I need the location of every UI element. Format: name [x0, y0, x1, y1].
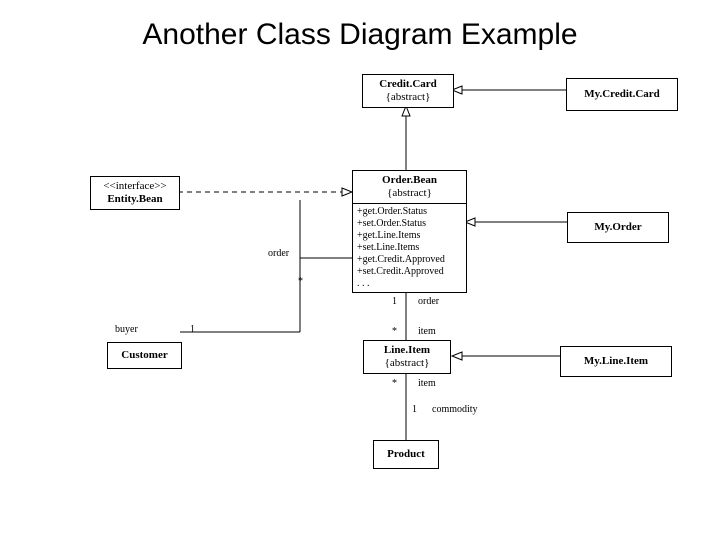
role-commodity: commodity — [432, 404, 478, 415]
role-item: item — [418, 326, 436, 337]
orderbean-name: Order.Bean — [382, 174, 437, 186]
mult-star-item2: * — [392, 378, 397, 389]
creditcard-stereo: {abstract} — [386, 91, 431, 103]
class-myorder: My.Order — [567, 212, 669, 243]
product-name: Product — [387, 448, 425, 460]
creditcard-name: Credit.Card — [379, 78, 437, 90]
lineitem-name: Line.Item — [384, 344, 430, 356]
mult-buyer-one: 1 — [190, 324, 195, 335]
role-buyer: buyer — [115, 324, 138, 335]
class-orderbean: Order.Bean{abstract} +get.Order.Status +… — [352, 170, 467, 293]
class-mycreditcard: My.Credit.Card — [566, 78, 678, 111]
orderbean-stereo: {abstract} — [387, 187, 432, 199]
myorder-name: My.Order — [594, 221, 641, 233]
mult-star-item: * — [392, 326, 397, 337]
class-creditcard: Credit.Card{abstract} — [362, 74, 454, 108]
entitybean-name: Entity.Bean — [107, 193, 162, 205]
mult-one-commodity: 1 — [412, 404, 417, 415]
class-entitybean: <<interface>>Entity.Bean — [90, 176, 180, 210]
orderbean-methods: +get.Order.Status +set.Order.Status +get… — [353, 204, 466, 292]
role-order: order — [268, 248, 289, 259]
class-mylineitem: My.Line.Item — [560, 346, 672, 377]
page-title: Another Class Diagram Example — [0, 0, 720, 52]
class-lineitem: Line.Item{abstract} — [363, 340, 451, 374]
mult-star: * — [298, 276, 303, 287]
lineitem-stereo: {abstract} — [385, 357, 430, 369]
mult-one-order: 1 — [392, 296, 397, 307]
customer-name: Customer — [121, 349, 167, 361]
mylineitem-name: My.Line.Item — [584, 355, 648, 367]
class-product: Product — [373, 440, 439, 469]
role-order2: order — [418, 296, 439, 307]
role-item2: item — [418, 378, 436, 389]
entitybean-stereo: <<interface>> — [103, 180, 166, 192]
class-customer: Customer — [107, 342, 182, 369]
mycreditcard-name: My.Credit.Card — [584, 88, 660, 100]
